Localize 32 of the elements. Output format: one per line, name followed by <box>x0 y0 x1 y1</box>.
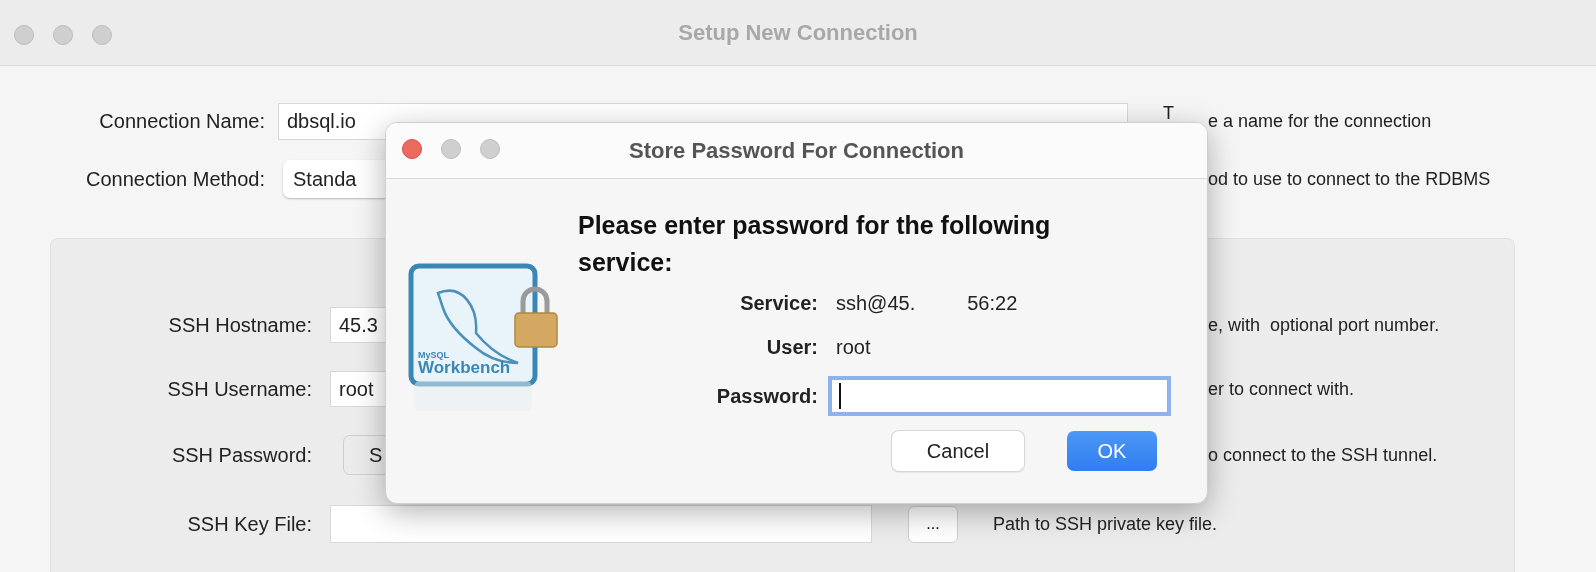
hint-text: od to use to connect to the RDBMS <box>1208 168 1492 190</box>
field-label: SSH Hostname: <box>167 313 312 337</box>
field-label: SSH Password: <box>170 443 312 467</box>
user-label: User: <box>765 335 818 359</box>
service-port: 56:22 <box>967 291 1018 315</box>
password-label: Password: <box>715 384 818 408</box>
hint-text: T <box>1162 103 1175 123</box>
minimize-button[interactable] <box>53 25 73 45</box>
service-host: ssh@45. <box>836 291 916 315</box>
zoom-button[interactable] <box>92 25 112 45</box>
service-label: Service: <box>739 291 818 315</box>
connection-method-label: Connection Method: <box>85 167 265 191</box>
hint-text: er to connect with. <box>1208 378 1356 400</box>
dialog-title: Store Password For Connection <box>629 137 964 164</box>
hint-text: Path to SSH private key file. <box>993 513 1219 535</box>
hint-text: e, with optional port number. <box>1208 314 1441 336</box>
minimize-button[interactable] <box>441 139 461 159</box>
close-button[interactable] <box>402 139 422 159</box>
hint-text: e a name for the connection <box>1208 110 1433 132</box>
user-value: root <box>836 335 872 359</box>
close-button[interactable] <box>14 25 34 45</box>
browse-button[interactable]: ... <box>908 505 958 543</box>
input-field[interactable] <box>330 505 872 543</box>
hint-text: o connect to the SSH tunnel. <box>1208 444 1439 466</box>
dialog-heading: Please enter password for the following service: <box>578 210 1052 278</box>
field-label: SSH Key File: <box>186 512 312 536</box>
zoom-button[interactable] <box>480 139 500 159</box>
cancel-button[interactable]: Cancel <box>892 431 1024 471</box>
connection-name-label: Connection Name: <box>98 109 265 133</box>
password-field[interactable] <box>828 376 1171 416</box>
field-label: SSH Username: <box>166 377 312 401</box>
window-title: Setup New Connection <box>678 19 918 46</box>
